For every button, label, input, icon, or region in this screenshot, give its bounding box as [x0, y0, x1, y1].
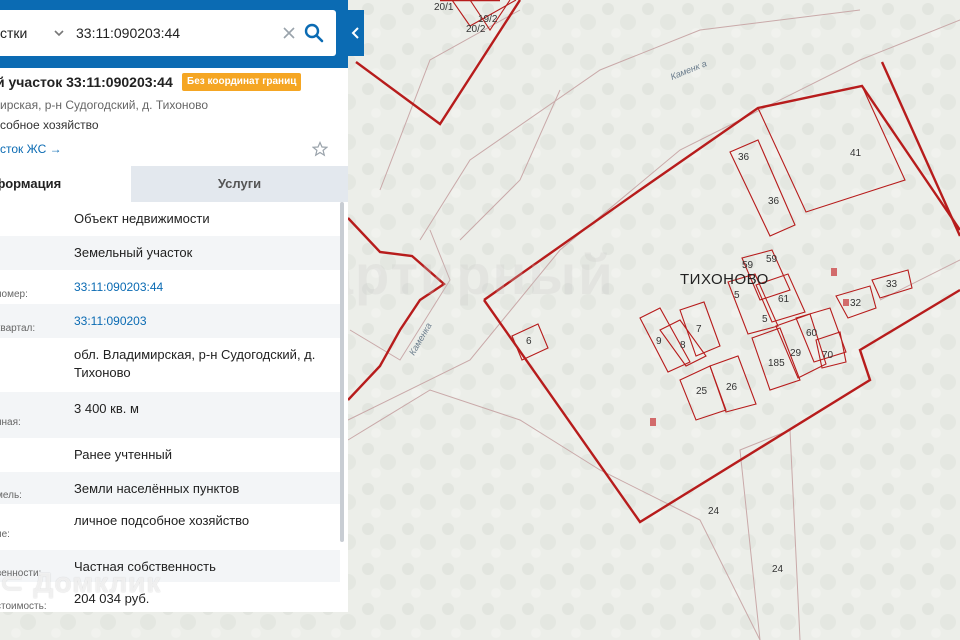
plot-number: 7: [696, 324, 702, 335]
info-table: Объект недвижимости Земельный участок номе…: [0, 202, 340, 612]
domclick-watermark: ⊂ Домклик: [0, 566, 161, 599]
info-row-value: Земельный участок: [74, 245, 193, 260]
plot-number: 36: [738, 152, 750, 163]
info-row-link[interactable]: 33:11:090203: [74, 312, 334, 330]
status-badge: Без координат границ: [182, 73, 302, 91]
info-row: нная: 3 400 кв. м: [0, 392, 340, 438]
plot-number: 61: [778, 294, 790, 305]
search-icon[interactable]: [304, 23, 324, 43]
info-row: обл. Владимирская, р-н Судогодский, д. Т…: [0, 338, 340, 392]
star-icon[interactable]: [312, 141, 328, 157]
info-row-label: квартал:: [0, 323, 36, 334]
info-row-link[interactable]: 33:11:090203:44: [74, 278, 334, 296]
plot-number: 26: [726, 382, 738, 393]
collapse-panel-button[interactable]: [348, 10, 364, 56]
domclick-logo-icon: ⊂: [0, 567, 34, 598]
plot-number: 32: [850, 298, 862, 309]
watermark-text: Домклик: [33, 567, 162, 598]
place-name-label: ТИХОНОВО: [680, 271, 769, 288]
parcel-title: й участок 33:11:090203:44: [0, 74, 173, 90]
info-row-value: личное подсобное хозяйство: [74, 513, 250, 528]
plot-number: 20/2: [466, 24, 486, 35]
search-box[interactable]: стки 33:11:090203:44: [0, 10, 336, 56]
parcel-info-panel: стки 33:11:090203:44 й участок 33:11:090…: [0, 0, 348, 612]
info-row-value: обл. Владимирская, р-н Судогодский, д. Т…: [74, 347, 316, 380]
info-row-label: стоимость:: [0, 601, 47, 612]
plot-number: 60: [806, 328, 818, 339]
info-row-label: нная:: [0, 417, 21, 428]
parcel-address: ирская, р-н Судогодский, д. Тихоново: [0, 98, 209, 112]
panel-tabs: формация Услуги: [0, 166, 348, 202]
search-type-select[interactable]: стки: [0, 25, 27, 41]
plot-number: 59: [742, 260, 754, 271]
map-marker: [650, 418, 656, 426]
chevron-down-icon[interactable]: [52, 27, 66, 39]
plot-number: 24: [708, 506, 720, 517]
plot-number: 33: [886, 279, 898, 290]
plot-number: 6: [526, 336, 532, 347]
clear-icon[interactable]: [281, 25, 297, 41]
map-marker: [831, 268, 837, 276]
plot-number: 25: [696, 386, 708, 397]
map-marker: [843, 299, 849, 306]
tab-information[interactable]: формация: [0, 166, 131, 202]
plot-number: 24: [772, 564, 784, 575]
info-row: мель: Земли населённых пунктов: [0, 472, 340, 504]
plot-number: 8: [680, 340, 686, 351]
info-row: Ранее учтенный: [0, 438, 340, 472]
tab-services[interactable]: Услуги: [131, 166, 348, 202]
plot-number: 5: [762, 314, 768, 325]
info-row: квартал: 33:11:090203: [0, 304, 340, 338]
tab-information-label: формация: [0, 176, 62, 191]
plot-number: 185: [768, 358, 785, 369]
zhs-link[interactable]: сток ЖС →: [0, 142, 62, 156]
search-bar: стки 33:11:090203:44: [0, 0, 348, 68]
info-row-value: 3 400 кв. м: [74, 401, 139, 416]
info-row: Объект недвижимости: [0, 202, 340, 236]
info-row: номер: 33:11:090203:44: [0, 270, 340, 304]
plot-number: 70: [822, 350, 834, 361]
info-row-value: Земли населённых пунктов: [74, 481, 240, 496]
plot-number: 9: [656, 336, 662, 347]
info-row-label: мель:: [0, 490, 22, 501]
search-input[interactable]: 33:11:090203:44: [76, 25, 180, 41]
plot-number: 20/1: [434, 2, 454, 13]
info-row-label: номер:: [0, 289, 28, 300]
panel-scrollbar[interactable]: [340, 202, 344, 542]
plot-number: 59: [766, 254, 778, 265]
info-row-value: Объект недвижимости: [74, 211, 210, 226]
plot-number: 5: [734, 290, 740, 301]
info-row-value: Ранее учтенный: [74, 447, 172, 462]
parcel-use: собное хозяйство: [0, 118, 99, 132]
plot-number: 41: [850, 148, 862, 159]
info-row: ие: личное подсобное хозяйство: [0, 504, 340, 550]
info-row-label: ие:: [0, 529, 10, 540]
chevron-left-icon: [351, 27, 359, 39]
info-row: Земельный участок: [0, 236, 340, 270]
plot-number: 36: [768, 196, 780, 207]
plot-number: 29: [790, 348, 802, 359]
